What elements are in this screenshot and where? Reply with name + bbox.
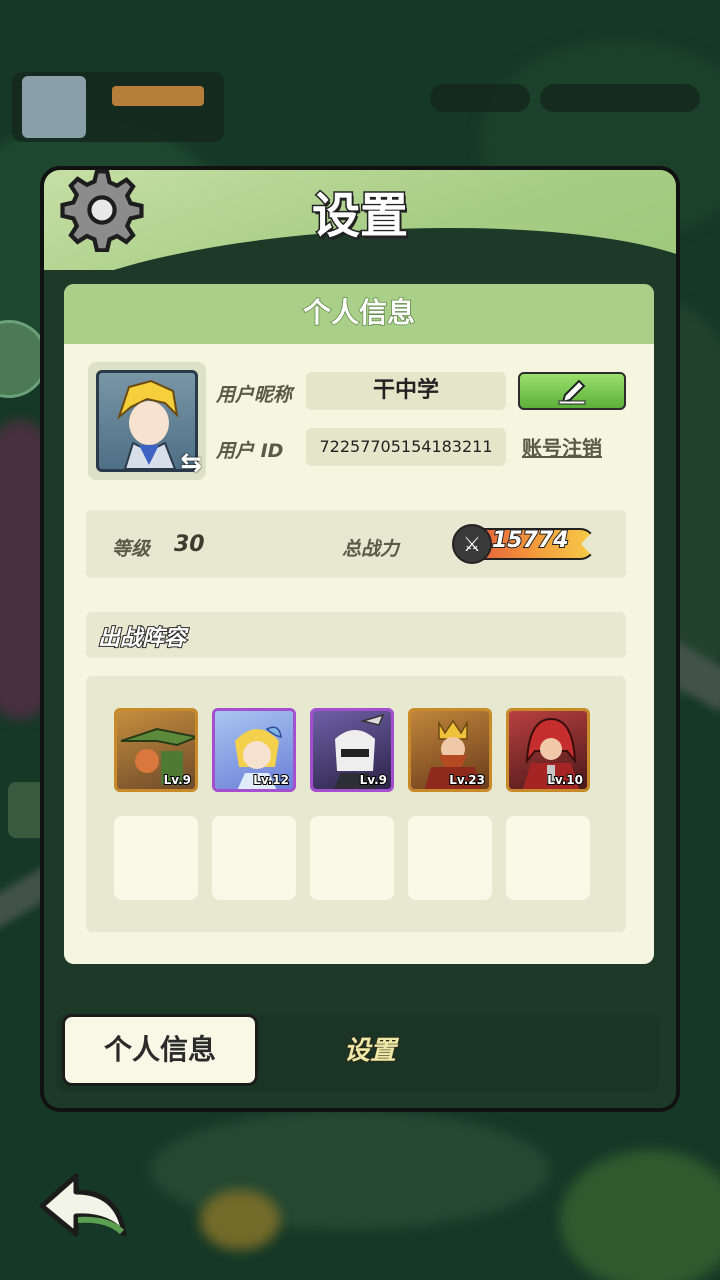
level-label: 等级 <box>112 538 151 560</box>
tab-profile[interactable]: 个人信息 <box>62 1014 258 1086</box>
power-badge: ⚔ 15774 <box>452 524 604 564</box>
hero-level: Lv.9 <box>359 772 388 788</box>
hero-level: Lv.12 <box>252 772 290 788</box>
hero-card-fairy-girl[interactable]: Lv.12 <box>212 708 296 792</box>
power-label: 总战力 <box>342 538 400 560</box>
hero-level: Lv.9 <box>163 772 192 788</box>
hero-card-masked-swordswoman[interactable]: Lv.9 <box>310 708 394 792</box>
top-name-plate <box>112 86 204 106</box>
page-title: 设置 <box>310 187 409 246</box>
lineup-header: 出战阵容 <box>86 612 626 658</box>
crossed-swords-icon: ⚔ <box>452 524 492 564</box>
avatar[interactable]: ⇆ <box>88 362 206 480</box>
user-id-label: 用户 ID <box>216 440 284 462</box>
level-value: 30 <box>174 532 205 557</box>
hero-card-bearded-king[interactable]: Lv.23 <box>408 708 492 792</box>
pencil-icon <box>558 379 586 405</box>
stats-row: 等级 30 总战力 ⚔ 15774 <box>86 510 626 578</box>
user-id-field: 72257705154183211 <box>306 428 506 466</box>
hero-card-red-hooded-mage[interactable]: Lv.10 <box>506 708 590 792</box>
section-title: 个人信息 <box>64 284 654 344</box>
nickname-field: 干中学 <box>306 372 506 410</box>
empty-hero-slot[interactable] <box>114 816 198 900</box>
empty-hero-slot[interactable] <box>408 816 492 900</box>
empty-hero-slot[interactable] <box>506 816 590 900</box>
account-delete-link[interactable]: 账号注销 <box>522 432 602 461</box>
lineup-title: 出战阵容 <box>97 625 187 652</box>
edit-nickname-button[interactable] <box>518 372 626 410</box>
power-value: 15774 <box>491 527 570 554</box>
empty-hero-slot[interactable] <box>212 816 296 900</box>
empty-hero-slot[interactable] <box>310 816 394 900</box>
nickname-label: 用户昵称 <box>216 384 293 406</box>
hero-card-crocodile-warrior[interactable]: Lv.9 <box>114 708 198 792</box>
back-arrow-icon[interactable] <box>38 1172 130 1242</box>
top-avatar <box>22 76 86 138</box>
tab-settings[interactable]: 设置 <box>300 1030 440 1067</box>
hero-level: Lv.10 <box>546 772 584 788</box>
top-resource-coin <box>540 84 700 112</box>
profile-card: 个人信息 ⇆ 用户昵称 干中学 用户 ID 72257705154183211 … <box>64 284 654 964</box>
swap-avatar-icon[interactable]: ⇆ <box>180 448 202 478</box>
top-resource-gem <box>430 84 530 112</box>
hero-level: Lv.23 <box>448 772 486 788</box>
lineup-grid: Lv.9 Lv.12 Lv.9 Lv.23 Lv.10 <box>86 676 626 932</box>
